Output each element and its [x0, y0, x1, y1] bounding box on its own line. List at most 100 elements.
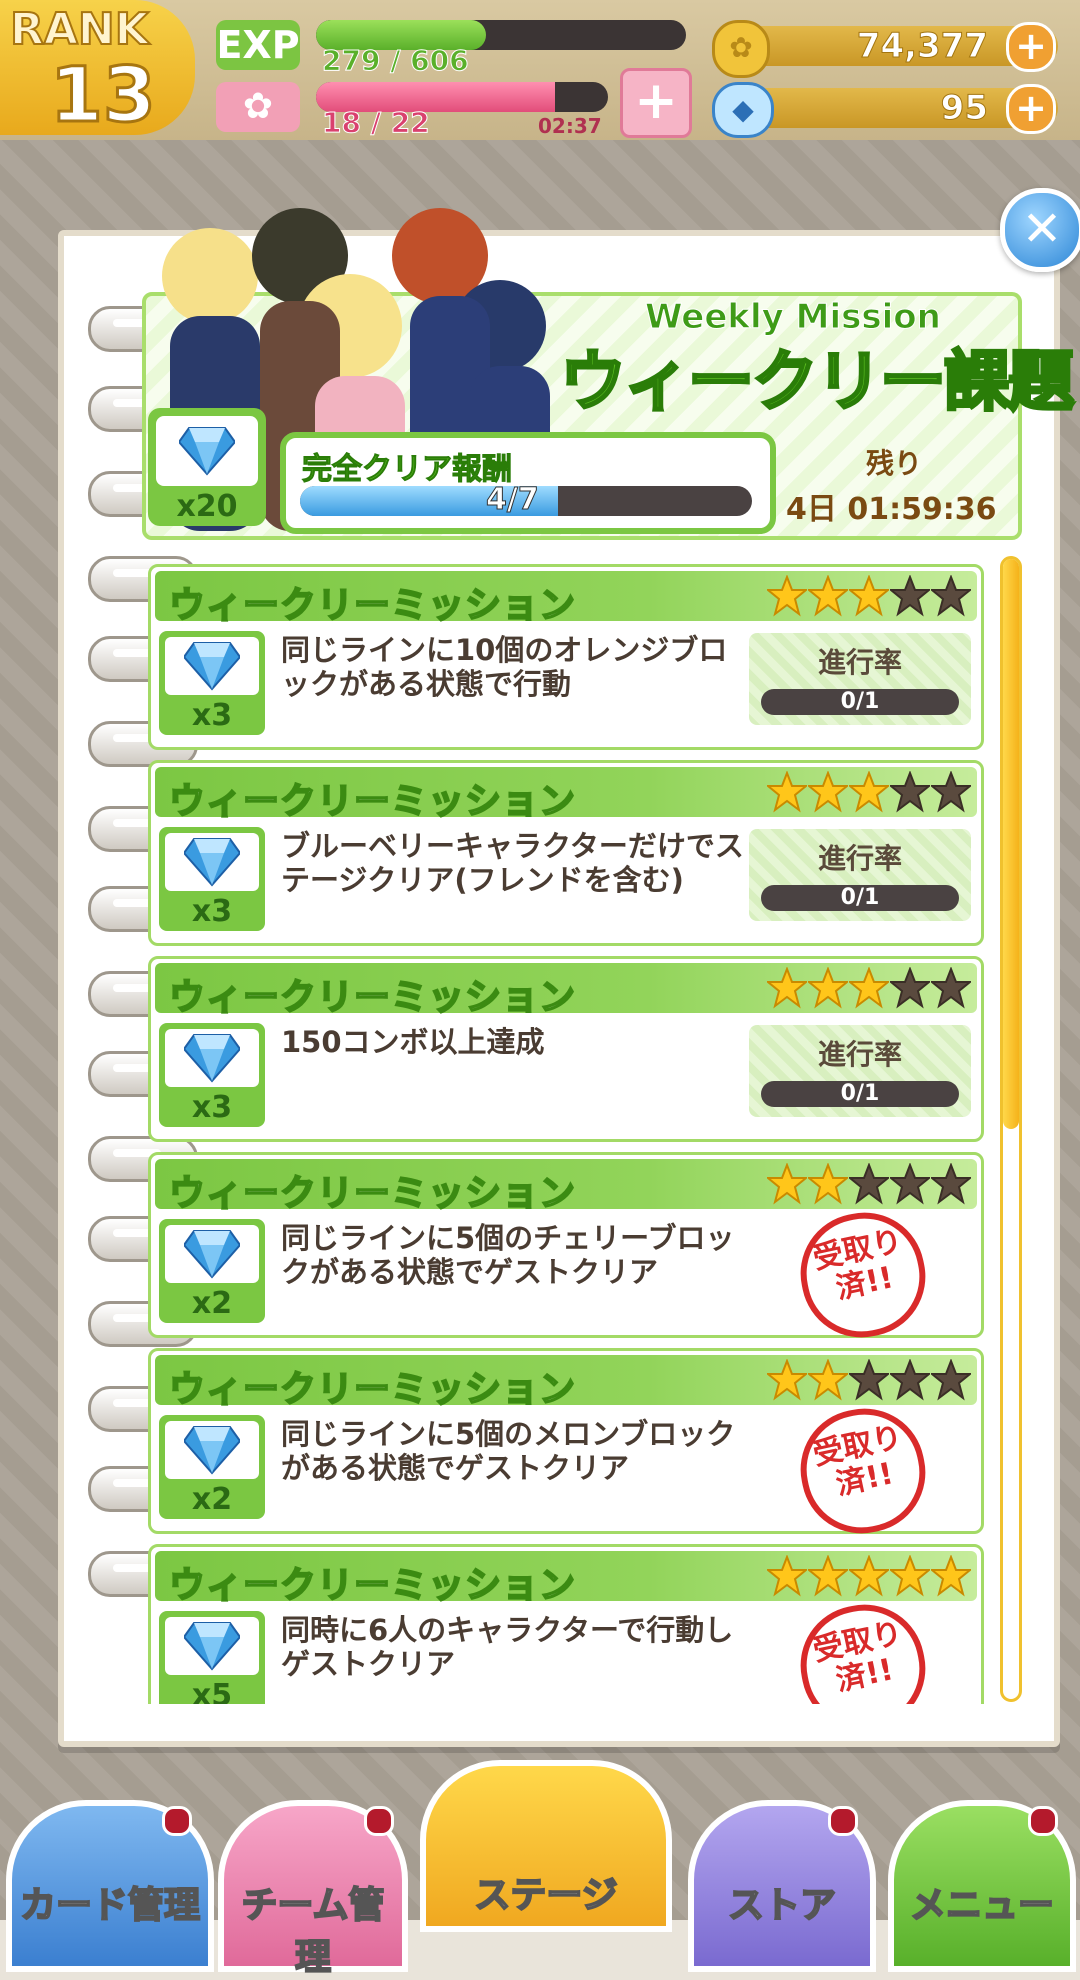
notification-dot	[162, 1806, 192, 1836]
nav-card-management[interactable]: カード管理	[6, 1800, 214, 1972]
complete-reward-label: 完全クリア報酬	[302, 452, 513, 488]
difficulty-stars	[766, 967, 971, 1011]
mission-card-header: ウィークリーミッション	[155, 571, 977, 627]
star-filled-icon	[931, 1555, 971, 1597]
mission-reward-qty: x2	[191, 1482, 233, 1517]
difficulty-stars	[766, 575, 971, 619]
diamond-icon	[184, 838, 240, 887]
star-filled-icon	[808, 1163, 848, 1205]
progress-rate-box: 進行率 0/1	[749, 829, 971, 921]
star-empty-icon	[931, 1359, 971, 1401]
mission-reward-qty: x2	[191, 1286, 233, 1321]
mission-list-scrollbar[interactable]	[1000, 556, 1022, 1702]
notification-dot	[1028, 1806, 1058, 1836]
diamond-icon	[184, 1034, 240, 1083]
star-filled-icon	[767, 1163, 807, 1205]
star-filled-icon	[808, 1359, 848, 1401]
difficulty-stars	[766, 771, 971, 815]
diamond-icon	[179, 427, 235, 476]
complete-progress-box: 完全クリア報酬 4/7	[280, 432, 776, 534]
nav-menu[interactable]: メニュー	[888, 1800, 1076, 1972]
progress-rate-label: 進行率	[817, 842, 902, 875]
star-filled-icon	[808, 575, 848, 617]
mission-card: ウィークリーミッション x2 同じラインに5個のメロンブロックがある状態でゲスト…	[148, 1348, 984, 1545]
add-gems-button[interactable]: +	[1006, 84, 1056, 134]
complete-reward-box: x20	[148, 408, 266, 526]
add-coins-button[interactable]: +	[1006, 22, 1056, 72]
difficulty-stars	[766, 1555, 971, 1599]
mission-reward-qty: x3	[191, 1090, 233, 1125]
diamond-icon	[184, 1622, 240, 1671]
notification-dot	[828, 1806, 858, 1836]
mission-reward: x2	[159, 1415, 265, 1519]
rank-value: 13	[49, 49, 158, 141]
mission-title: ウィークリーミッション	[168, 1564, 577, 1607]
star-filled-icon	[849, 967, 889, 1009]
nav-stage[interactable]: ステージ	[420, 1760, 672, 1932]
star-empty-icon	[849, 1359, 889, 1401]
close-button[interactable]: ✕	[1000, 188, 1080, 272]
coin-counter: ✿ 74,377 +	[712, 20, 1058, 78]
mission-card-header: ウィークリーミッション	[155, 1159, 977, 1215]
reward-icon-frame	[165, 833, 259, 891]
star-empty-icon	[890, 771, 930, 813]
nav-label: メニュー	[909, 1884, 1055, 1927]
nav-store[interactable]: ストア	[688, 1800, 876, 1972]
remaining-label: 残り	[866, 447, 923, 480]
progress-rate-box: 進行率 0/1	[749, 1025, 971, 1117]
stamina-plus-button[interactable]: +	[620, 68, 692, 138]
mission-description: 同じラインに5個のチェリーブロックがある状態でゲストクリア	[281, 1221, 735, 1289]
star-filled-icon	[767, 771, 807, 813]
mission-description: 同じラインに10個のオレンジブロックがある状態で行動	[281, 633, 728, 701]
mission-reward-qty: x3	[191, 698, 233, 733]
bottom-navigation: カード管理 チーム管理 ステージ ストア メニュー	[0, 1760, 1080, 1979]
difficulty-stars	[766, 1163, 971, 1207]
nav-label: カード管理	[19, 1884, 201, 1927]
nav-team-management[interactable]: チーム管理	[218, 1800, 408, 1979]
star-filled-icon	[808, 967, 848, 1009]
mission-description: 同時に6人のキャラクターで行動しゲストクリア	[281, 1613, 734, 1681]
mission-card: ウィークリーミッション x3 150コンボ以上達成 進行率 0/1	[148, 956, 984, 1142]
reward-icon-frame	[165, 1029, 259, 1087]
nav-label: ステージ	[473, 1874, 618, 1917]
gem-counter: ◆ 95 +	[712, 82, 1058, 138]
top-hud: RANK 13 EXP 279 / 606 ✿ 18 / 22 02:37 + …	[0, 0, 1080, 141]
exp-badge: EXP	[216, 20, 300, 70]
difficulty-stars	[766, 1359, 971, 1403]
claimed-stamp: 受取り 済!!	[789, 1397, 937, 1545]
mission-reward-qty: x5	[191, 1678, 233, 1704]
mission-card: ウィークリーミッション x2 同じラインに5個のチェリーブロックがある状態でゲス…	[148, 1152, 984, 1349]
star-filled-icon	[767, 575, 807, 617]
mission-reward: x2	[159, 1219, 265, 1323]
diamond-icon	[184, 1426, 240, 1475]
star-empty-icon	[849, 1163, 889, 1205]
notification-dot	[364, 1806, 394, 1836]
mission-reward: x3	[159, 827, 265, 931]
claimed-stamp: 受取り 済!!	[789, 1201, 937, 1349]
star-filled-icon	[808, 771, 848, 813]
stamina-flower-icon: ✿	[216, 82, 300, 132]
mission-description: ブルーベリーキャラクターだけでステージクリア(フレンドを含む)	[281, 829, 744, 897]
stamina-timer: 02:37	[538, 114, 602, 138]
star-empty-icon	[931, 1163, 971, 1205]
mission-reward: x5	[159, 1611, 265, 1704]
banner-title: ウィークリー課題	[559, 342, 1076, 422]
mission-title: ウィークリーミッション	[168, 1368, 577, 1411]
reward-icon-frame	[165, 1421, 259, 1479]
rank-badge: RANK 13	[0, 0, 195, 141]
diamond-icon	[184, 1230, 240, 1279]
nav-label: チーム管理	[241, 1884, 386, 1979]
star-filled-icon	[767, 1359, 807, 1401]
mission-card-header: ウィークリーミッション	[155, 767, 977, 823]
mission-title: ウィークリーミッション	[168, 976, 577, 1019]
reward-icon-frame	[165, 637, 259, 695]
mission-reward: x3	[159, 1023, 265, 1127]
star-empty-icon	[890, 1163, 930, 1205]
rank-label: RANK	[9, 3, 150, 56]
mission-title: ウィークリーミッション	[168, 584, 577, 627]
mission-list[interactable]: ウィークリーミッション x3 同じラインに10個のオレンジブロックがある状態で行…	[148, 564, 984, 1704]
mission-title: ウィークリーミッション	[168, 780, 577, 823]
progress-rate-box: 進行率 0/1	[749, 633, 971, 725]
scrollbar-thumb[interactable]	[1003, 559, 1019, 1129]
complete-reward-qty: x20	[176, 489, 238, 524]
